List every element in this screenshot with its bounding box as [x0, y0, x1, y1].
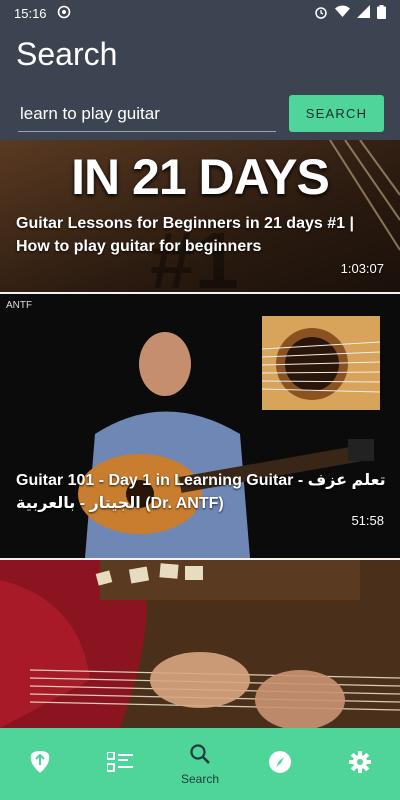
video-card[interactable] [0, 560, 400, 728]
nav-item-list[interactable] [80, 728, 160, 800]
status-bar: 15:16 [0, 0, 400, 26]
video-title: Guitar 101 - Day 1 in Learning Guitar - … [16, 472, 386, 512]
video-card[interactable]: ANTF Guitar 101 - Day 1 in Learning Guit… [0, 294, 400, 558]
video-thumbnail: ANTF [0, 294, 400, 558]
search-input[interactable] [18, 96, 276, 132]
wifi-icon [335, 5, 350, 21]
nav-item-settings[interactable] [320, 728, 400, 800]
alarm-icon [314, 5, 328, 22]
at-sign-icon [57, 5, 71, 22]
status-time: 15:16 [14, 5, 47, 21]
search-button[interactable]: SEARCH [289, 95, 384, 132]
bottom-navigation: Search [0, 728, 400, 800]
signal-icon [357, 5, 370, 21]
nav-label-search: Search [180, 771, 220, 786]
video-title: Guitar Lessons for Beginners in 21 days … [16, 215, 354, 255]
gear-icon [348, 750, 372, 779]
guitar-pick-icon [29, 750, 51, 779]
page-title: Search [16, 36, 118, 72]
results-list[interactable]: #1 IN 21 DAYS Guitar Lessons for Beginne… [0, 140, 400, 728]
search-icon [189, 743, 211, 770]
list-icon [106, 750, 133, 777]
video-duration: 51:58 [351, 513, 384, 528]
thumbnail-headline: IN 21 DAYS [71, 149, 330, 205]
video-thumbnail [0, 560, 400, 728]
nav-item-explore[interactable] [240, 728, 320, 800]
compass-icon [268, 750, 292, 779]
nav-item-home[interactable] [0, 728, 80, 800]
search-header: Search SEARCH [0, 26, 400, 140]
channel-watermark: ANTF [6, 300, 32, 311]
battery-icon [377, 4, 386, 22]
video-card[interactable]: #1 IN 21 DAYS Guitar Lessons for Beginne… [0, 140, 400, 292]
video-duration: 1:03:07 [340, 261, 384, 276]
nav-item-search[interactable]: Search [160, 728, 240, 800]
